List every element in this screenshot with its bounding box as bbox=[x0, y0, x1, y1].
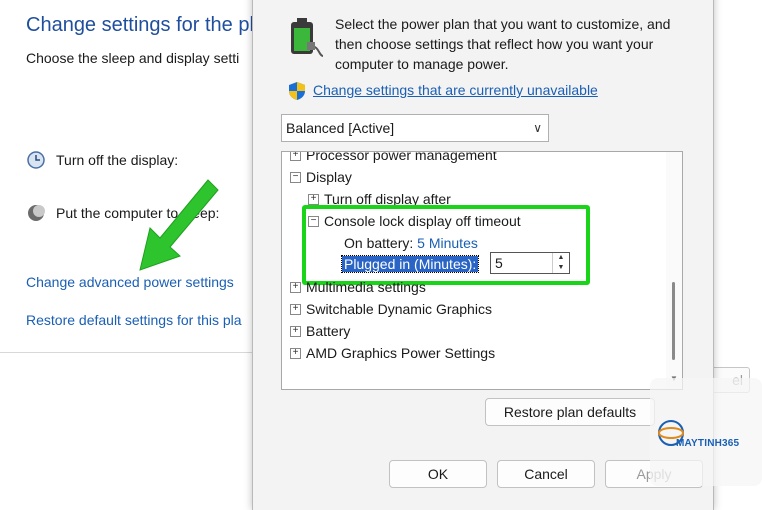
chevron-down-icon[interactable]: ∨ bbox=[533, 115, 542, 141]
expand-icon[interactable]: + bbox=[290, 303, 301, 315]
tree-item-label: AMD Graphics Power Settings bbox=[306, 345, 496, 361]
tree-item-label: Battery bbox=[306, 323, 351, 339]
ok-button[interactable]: OK bbox=[389, 460, 487, 488]
highlight-box bbox=[302, 205, 590, 285]
monitor-clock-icon bbox=[27, 151, 45, 169]
page-title: Change settings for the pla bbox=[26, 14, 266, 36]
restore-default-settings-link[interactable]: Restore default settings for this pla bbox=[26, 312, 242, 328]
watermark-brand: MAYTINH365 bbox=[676, 438, 740, 449]
tree-item-label: Processor power management bbox=[306, 151, 497, 163]
tree-item-processor[interactable]: + Processor power management bbox=[290, 151, 497, 166]
expand-icon[interactable]: + bbox=[308, 193, 319, 205]
page-subtitle: Choose the sleep and display setti bbox=[26, 50, 240, 66]
moon-icon bbox=[28, 205, 45, 221]
tree-item-multimedia[interactable]: + Multimedia settings bbox=[290, 276, 426, 298]
tree-item-battery[interactable]: + Battery bbox=[290, 320, 350, 342]
tree-item-label: Display bbox=[306, 169, 352, 185]
expand-icon[interactable]: + bbox=[290, 152, 301, 161]
tree-item-display[interactable]: − Display bbox=[290, 166, 352, 188]
display-setting-row: Turn off the display: bbox=[26, 150, 178, 170]
power-options-dialog: Select the power plan that you want to c… bbox=[252, 0, 714, 510]
dialog-intro-text: Select the power plan that you want to c… bbox=[335, 16, 671, 72]
scrollbar-thumb[interactable] bbox=[672, 282, 675, 360]
uac-shield-icon bbox=[289, 82, 305, 100]
tree-item-label: Switchable Dynamic Graphics bbox=[306, 301, 492, 317]
tree-scrollbar[interactable]: ▼ bbox=[666, 152, 682, 389]
power-plan-select[interactable]: Balanced [Active] ∨ bbox=[281, 114, 549, 142]
cancel-button[interactable]: Cancel bbox=[497, 460, 595, 488]
battery-plug-icon bbox=[291, 18, 324, 57]
power-plan-value: Balanced [Active] bbox=[286, 120, 395, 136]
collapse-icon[interactable]: − bbox=[290, 171, 301, 183]
tree-item-switchable-graphics[interactable]: + Switchable Dynamic Graphics bbox=[290, 298, 492, 320]
power-settings-tree[interactable]: + Processor power management − Display + Tu… bbox=[281, 151, 683, 390]
change-advanced-power-settings-link[interactable]: Change advanced power settings bbox=[26, 274, 234, 290]
divider bbox=[0, 352, 260, 353]
tree-item-label: Multimedia settings bbox=[306, 279, 426, 295]
watermark-logo: MAYTINH365 bbox=[650, 378, 762, 486]
change-unavailable-settings-link[interactable]: Change settings that are currently unava… bbox=[313, 82, 598, 98]
display-label: Turn off the display: bbox=[56, 152, 179, 168]
restore-plan-defaults-button[interactable]: Restore plan defaults bbox=[485, 398, 655, 426]
tree-item-amd-graphics[interactable]: + AMD Graphics Power Settings bbox=[290, 342, 495, 364]
green-arrow-icon bbox=[139, 179, 219, 271]
expand-icon[interactable]: + bbox=[290, 347, 301, 359]
expand-icon[interactable]: + bbox=[290, 325, 301, 337]
expand-icon[interactable]: + bbox=[290, 281, 301, 293]
